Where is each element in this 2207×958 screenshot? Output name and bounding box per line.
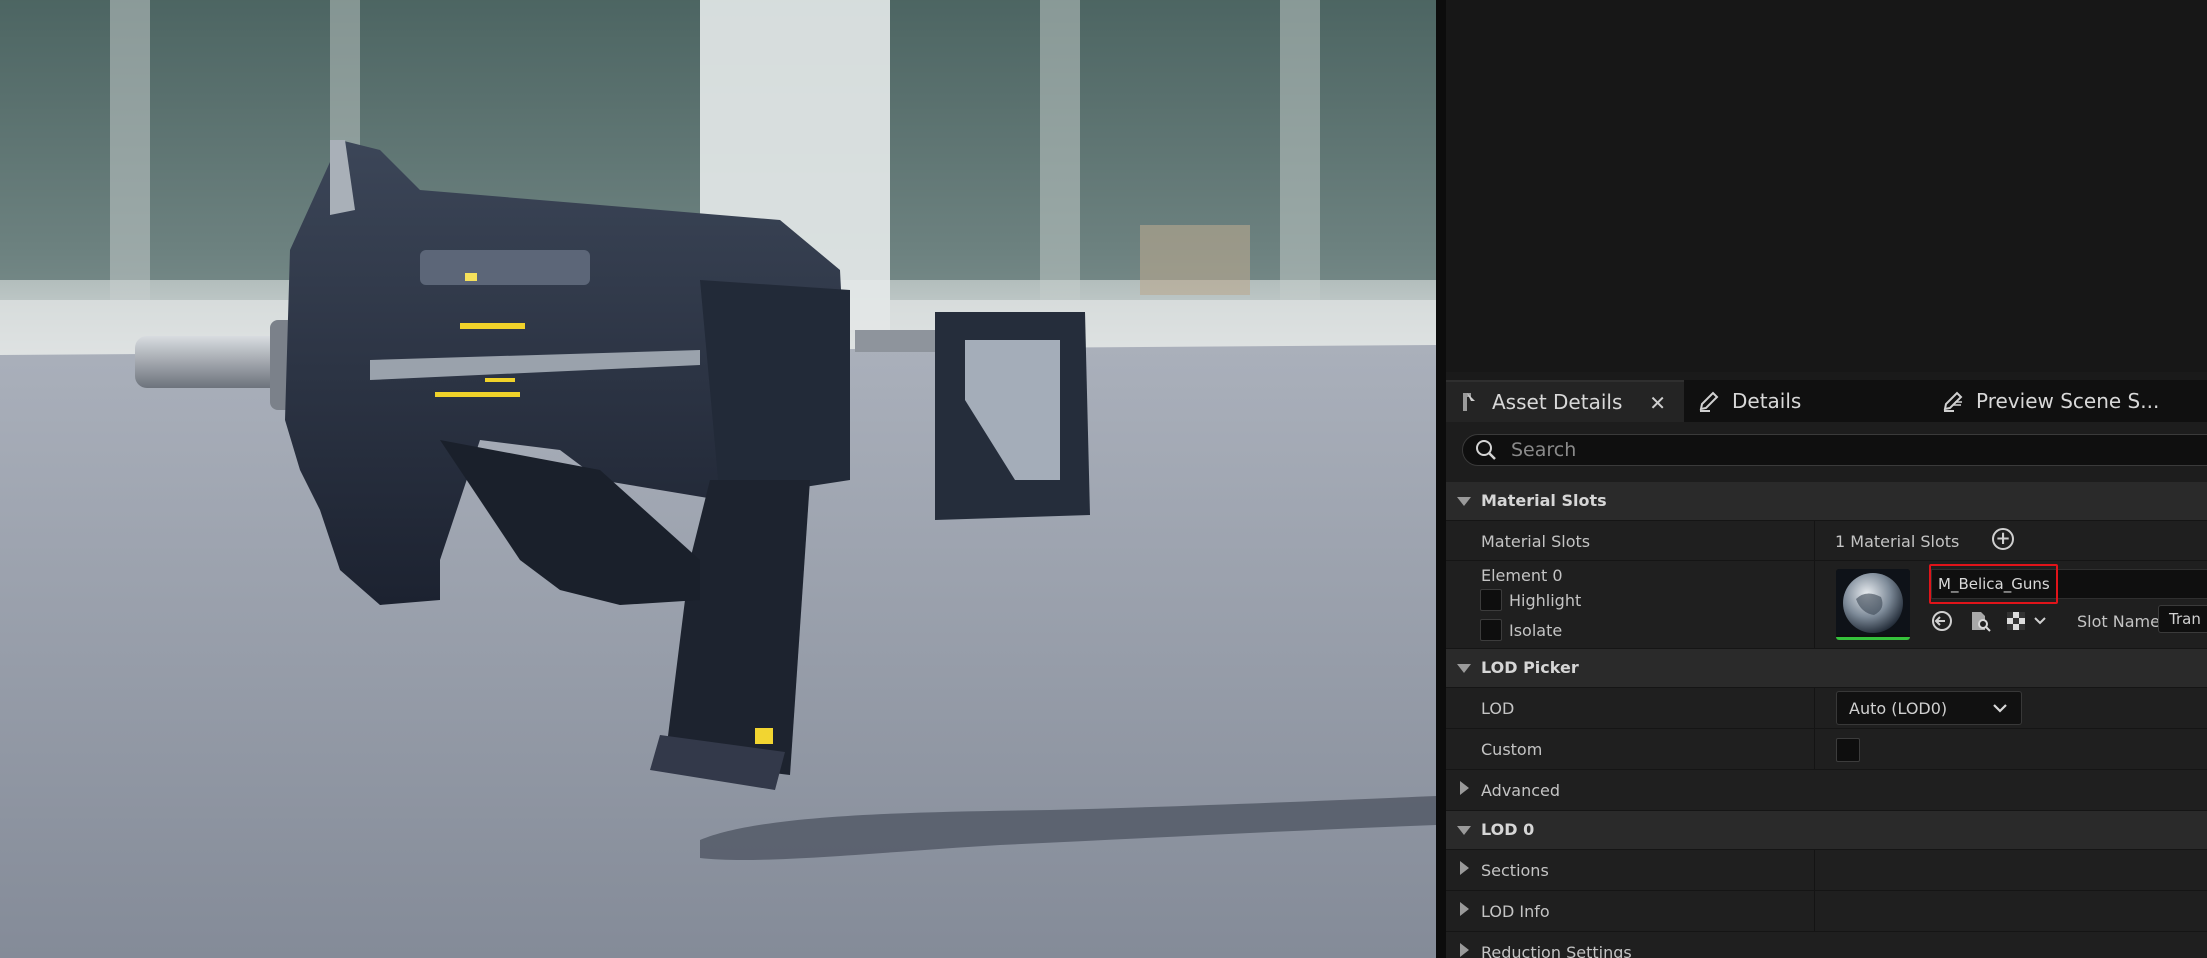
panel-splitter[interactable] — [1436, 0, 1446, 958]
custom-checkbox[interactable] — [1836, 738, 1860, 762]
tab-preview-scene-label: Preview Scene S... — [1976, 389, 2160, 413]
tab-asset-details-label: Asset Details — [1492, 390, 1623, 414]
property-name: Custom — [1481, 740, 1543, 759]
lod-info-label: LOD Info — [1481, 902, 1550, 921]
search-input[interactable] — [1509, 438, 2113, 462]
asset-details-icon — [1456, 389, 1482, 415]
category-label: LOD 0 — [1481, 820, 1535, 839]
lod-dropdown-value: Auto (LOD0) — [1849, 699, 1948, 718]
expand-arrow-icon[interactable] — [1457, 826, 1471, 835]
category-label: LOD Picker — [1481, 658, 1579, 677]
category-lod-picker[interactable]: LOD Picker — [1446, 649, 2207, 688]
material-thumbnail[interactable] — [1836, 569, 1910, 640]
row-lod-info[interactable]: LOD Info — [1446, 891, 2207, 932]
chevron-down-icon — [1993, 704, 2007, 713]
asset-panel: Asset Details ✕ Details Preview Scene S.… — [1446, 0, 2207, 958]
isolate-checkbox[interactable] — [1480, 619, 1502, 641]
material-slot-count: 1 Material Slots — [1835, 532, 1960, 551]
details-content: Material Slots Material Slots 1 Material… — [1446, 422, 2207, 958]
expand-arrow-icon[interactable] — [1460, 861, 1469, 875]
upper-panel-area — [1446, 0, 2207, 372]
column-divider — [1814, 561, 1815, 648]
row-sections[interactable]: Sections — [1446, 850, 2207, 891]
search-box[interactable] — [1462, 434, 2207, 466]
category-lod-0[interactable]: LOD 0 — [1446, 811, 2207, 850]
search-icon — [1476, 440, 1496, 460]
lod-dropdown[interactable]: Auto (LOD0) — [1836, 691, 2022, 725]
row-custom: Custom — [1446, 729, 2207, 770]
expand-arrow-icon[interactable] — [1457, 497, 1471, 506]
column-divider — [1814, 891, 1815, 931]
row-lod: LOD Auto (LOD0) — [1446, 688, 2207, 729]
checker-icon[interactable] — [2004, 609, 2028, 633]
tab-preview-scene[interactable]: Preview Scene S... — [1934, 380, 2207, 422]
viewport-scene — [0, 0, 1436, 958]
expand-arrow-icon[interactable] — [1460, 943, 1469, 957]
property-name: LOD — [1481, 699, 1515, 718]
viewport[interactable] — [0, 0, 1436, 958]
isolate-label: Isolate — [1509, 621, 1563, 640]
row-reduction-settings[interactable]: Reduction Settings — [1446, 932, 2207, 958]
plus-circle-icon[interactable]: + — [1992, 528, 2014, 550]
highlight-label: Highlight — [1509, 591, 1582, 610]
sections-label: Sections — [1481, 861, 1549, 880]
chevron-down-icon[interactable] — [2032, 609, 2048, 633]
slot-name-label: Slot Name — [2077, 612, 2160, 631]
property-name: Material Slots — [1481, 532, 1591, 551]
column-divider — [1814, 521, 1815, 560]
element-label: Element 0 — [1481, 566, 1563, 585]
tab-asset-details[interactable]: Asset Details ✕ — [1446, 380, 1684, 422]
expand-arrow-icon[interactable] — [1460, 902, 1469, 916]
highlight-checkbox[interactable] — [1480, 589, 1502, 611]
row-element-0: Element 0 Highlight Isolate M_Belica_Gun… — [1446, 561, 2207, 649]
slot-name-value: Tran — [2169, 610, 2201, 628]
browse-folder-icon[interactable] — [1968, 609, 1992, 633]
preview-scene-icon — [1940, 388, 1966, 414]
slot-name-field[interactable]: Tran — [2158, 605, 2207, 633]
category-label: Material Slots — [1481, 491, 1607, 510]
material-name-highlight — [1929, 564, 2058, 604]
column-divider — [1814, 729, 1815, 769]
close-icon[interactable]: ✕ — [1649, 391, 1666, 415]
details-pencil-icon — [1696, 388, 1722, 414]
row-advanced[interactable]: Advanced — [1446, 770, 2207, 811]
category-material-slots[interactable]: Material Slots — [1446, 482, 2207, 521]
use-selected-arrow-icon[interactable] — [1930, 609, 1954, 633]
reduction-settings-label: Reduction Settings — [1481, 943, 1632, 958]
advanced-label: Advanced — [1481, 781, 1561, 800]
expand-arrow-icon[interactable] — [1460, 781, 1469, 795]
column-divider — [1814, 688, 1815, 728]
expand-arrow-icon[interactable] — [1457, 664, 1471, 673]
tab-details[interactable]: Details — [1690, 380, 1916, 422]
tab-bar: Asset Details ✕ Details Preview Scene S.… — [1446, 380, 2207, 422]
tab-details-label: Details — [1732, 389, 1802, 413]
row-material-slots: Material Slots 1 Material Slots + — [1446, 521, 2207, 561]
column-divider — [1814, 850, 1815, 890]
